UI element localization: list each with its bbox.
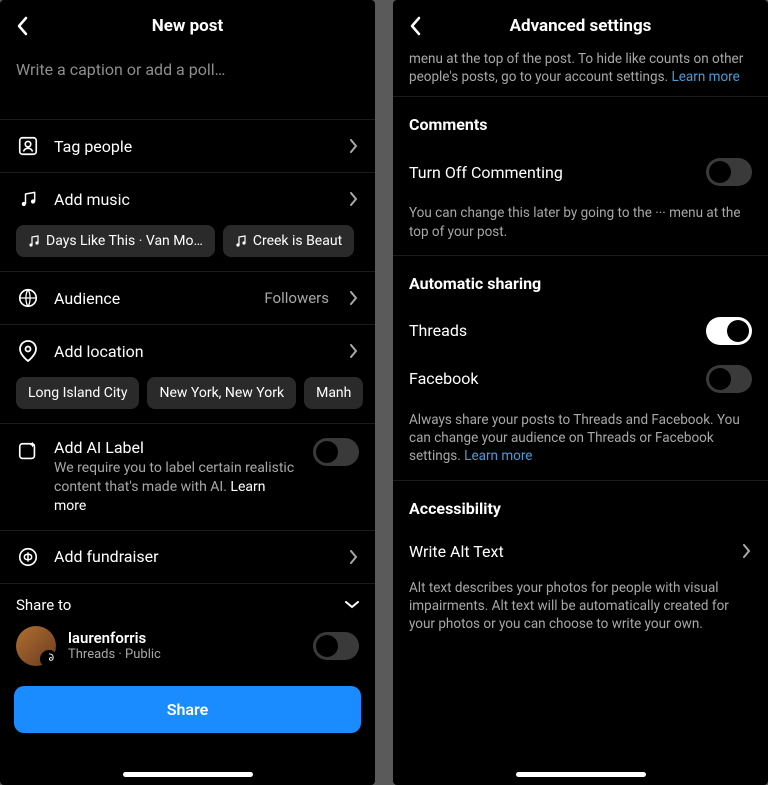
- location-suggestions: Long Island City New York, New York Manh: [0, 377, 375, 423]
- location-chip[interactable]: New York, New York: [147, 377, 296, 409]
- ai-label-text: Add AI Label We require you to label cer…: [54, 438, 299, 516]
- threads-share-row: Threads: [393, 303, 768, 359]
- threads-badge-icon: [40, 650, 58, 668]
- back-button[interactable]: [405, 16, 425, 36]
- location-chip[interactable]: Manh: [304, 377, 363, 409]
- audience-row[interactable]: Audience Followers: [0, 271, 375, 324]
- music-note-icon: [16, 187, 40, 211]
- add-music-label: Add music: [54, 190, 335, 209]
- music-suggestions: Days Like This · Van Mo… Creek is Beaut: [0, 225, 375, 271]
- add-music-row[interactable]: Add music: [0, 172, 375, 225]
- caption-input[interactable]: Write a caption or add a poll…: [0, 50, 375, 119]
- location-pin-icon: [16, 339, 40, 363]
- share-account-row: laurenforris Threads · Public: [0, 618, 375, 680]
- turn-off-commenting-toggle[interactable]: [706, 158, 752, 186]
- chevron-down-icon: [345, 601, 359, 609]
- facebook-share-row: Facebook: [393, 359, 768, 407]
- turn-off-commenting-row: Turn Off Commenting: [393, 144, 768, 200]
- ai-label-title: Add AI Label: [54, 438, 299, 457]
- add-fundraiser-row[interactable]: Add fundraiser: [0, 530, 375, 583]
- music-chip-label: Creek is Beaut: [253, 233, 342, 249]
- fundraiser-icon: [16, 545, 40, 569]
- location-chip-label: New York, New York: [159, 385, 284, 401]
- ai-sparkle-icon: [16, 440, 40, 464]
- music-chip-label: Days Like This · Van Mo…: [46, 233, 203, 249]
- likes-learn-more-link[interactable]: Learn more: [671, 69, 739, 85]
- facebook-toggle[interactable]: [706, 365, 752, 393]
- music-chip[interactable]: Creek is Beaut: [223, 225, 354, 257]
- avatar: [16, 626, 56, 666]
- advanced-settings-screen: Advanced settings menu at the top of the…: [393, 0, 768, 785]
- add-fundraiser-label: Add fundraiser: [54, 547, 335, 566]
- threads-label: Threads: [409, 321, 467, 340]
- home-indicator[interactable]: [123, 772, 253, 777]
- ai-label-desc: We require you to label certain realisti…: [54, 459, 299, 516]
- chevron-right-icon: [349, 344, 359, 358]
- tag-people-row[interactable]: Tag people: [0, 119, 375, 172]
- accessibility-heading: Accessibility: [393, 481, 768, 528]
- share-to-header[interactable]: Share to: [0, 583, 375, 618]
- account-sub: Threads · Public: [68, 647, 301, 662]
- audience-icon: [16, 286, 40, 310]
- music-note-icon: [28, 234, 40, 248]
- location-chip[interactable]: Long Island City: [16, 377, 139, 409]
- account-name: laurenforris: [68, 629, 301, 647]
- new-post-screen: New post Write a caption or add a poll… …: [0, 0, 375, 785]
- comments-heading: Comments: [393, 97, 768, 144]
- chevron-left-icon: [16, 16, 28, 36]
- home-indicator[interactable]: [516, 772, 646, 777]
- page-title: Advanced settings: [393, 16, 768, 36]
- share-button[interactable]: Share: [14, 686, 361, 733]
- chevron-right-icon: [349, 291, 359, 305]
- share-threads-toggle[interactable]: [313, 632, 359, 660]
- alt-text-label: Write Alt Text: [409, 542, 504, 561]
- audience-value: Followers: [264, 289, 329, 307]
- add-location-label: Add location: [54, 342, 335, 361]
- tag-people-label: Tag people: [54, 137, 335, 156]
- automatic-sharing-heading: Automatic sharing: [393, 256, 768, 303]
- sharing-helper: Always share your posts to Threads and F…: [393, 407, 768, 480]
- page-title: New post: [0, 16, 375, 36]
- facebook-label: Facebook: [409, 369, 478, 388]
- audience-label: Audience: [54, 289, 250, 308]
- threads-toggle[interactable]: [706, 317, 752, 345]
- chevron-left-icon: [409, 16, 421, 36]
- share-to-label: Share to: [16, 596, 71, 614]
- header: Advanced settings: [393, 0, 768, 50]
- write-alt-text-row[interactable]: Write Alt Text: [393, 528, 768, 575]
- sharing-learn-more-link[interactable]: Learn more: [464, 448, 532, 464]
- alt-text-helper: Alt text describes your photos for peopl…: [393, 575, 768, 648]
- chevron-right-icon: [349, 192, 359, 206]
- back-button[interactable]: [12, 16, 32, 36]
- music-chip[interactable]: Days Like This · Van Mo…: [16, 225, 215, 257]
- chevron-right-icon: [349, 550, 359, 564]
- ai-label-toggle[interactable]: [313, 438, 359, 466]
- add-location-row[interactable]: Add location: [0, 324, 375, 377]
- location-chip-label: Long Island City: [28, 385, 127, 401]
- ai-label-row: Add AI Label We require you to label cer…: [0, 423, 375, 530]
- location-chip-label: Manh: [316, 385, 351, 401]
- chevron-right-icon: [349, 139, 359, 153]
- tag-people-icon: [16, 134, 40, 158]
- turn-off-commenting-label: Turn Off Commenting: [409, 163, 563, 182]
- header: New post: [0, 0, 375, 50]
- music-note-icon: [235, 234, 247, 248]
- likes-helper-text: menu at the top of the post. To hide lik…: [393, 50, 768, 96]
- commenting-helper: You can change this later by going to th…: [393, 200, 768, 254]
- chevron-right-icon: [742, 544, 752, 558]
